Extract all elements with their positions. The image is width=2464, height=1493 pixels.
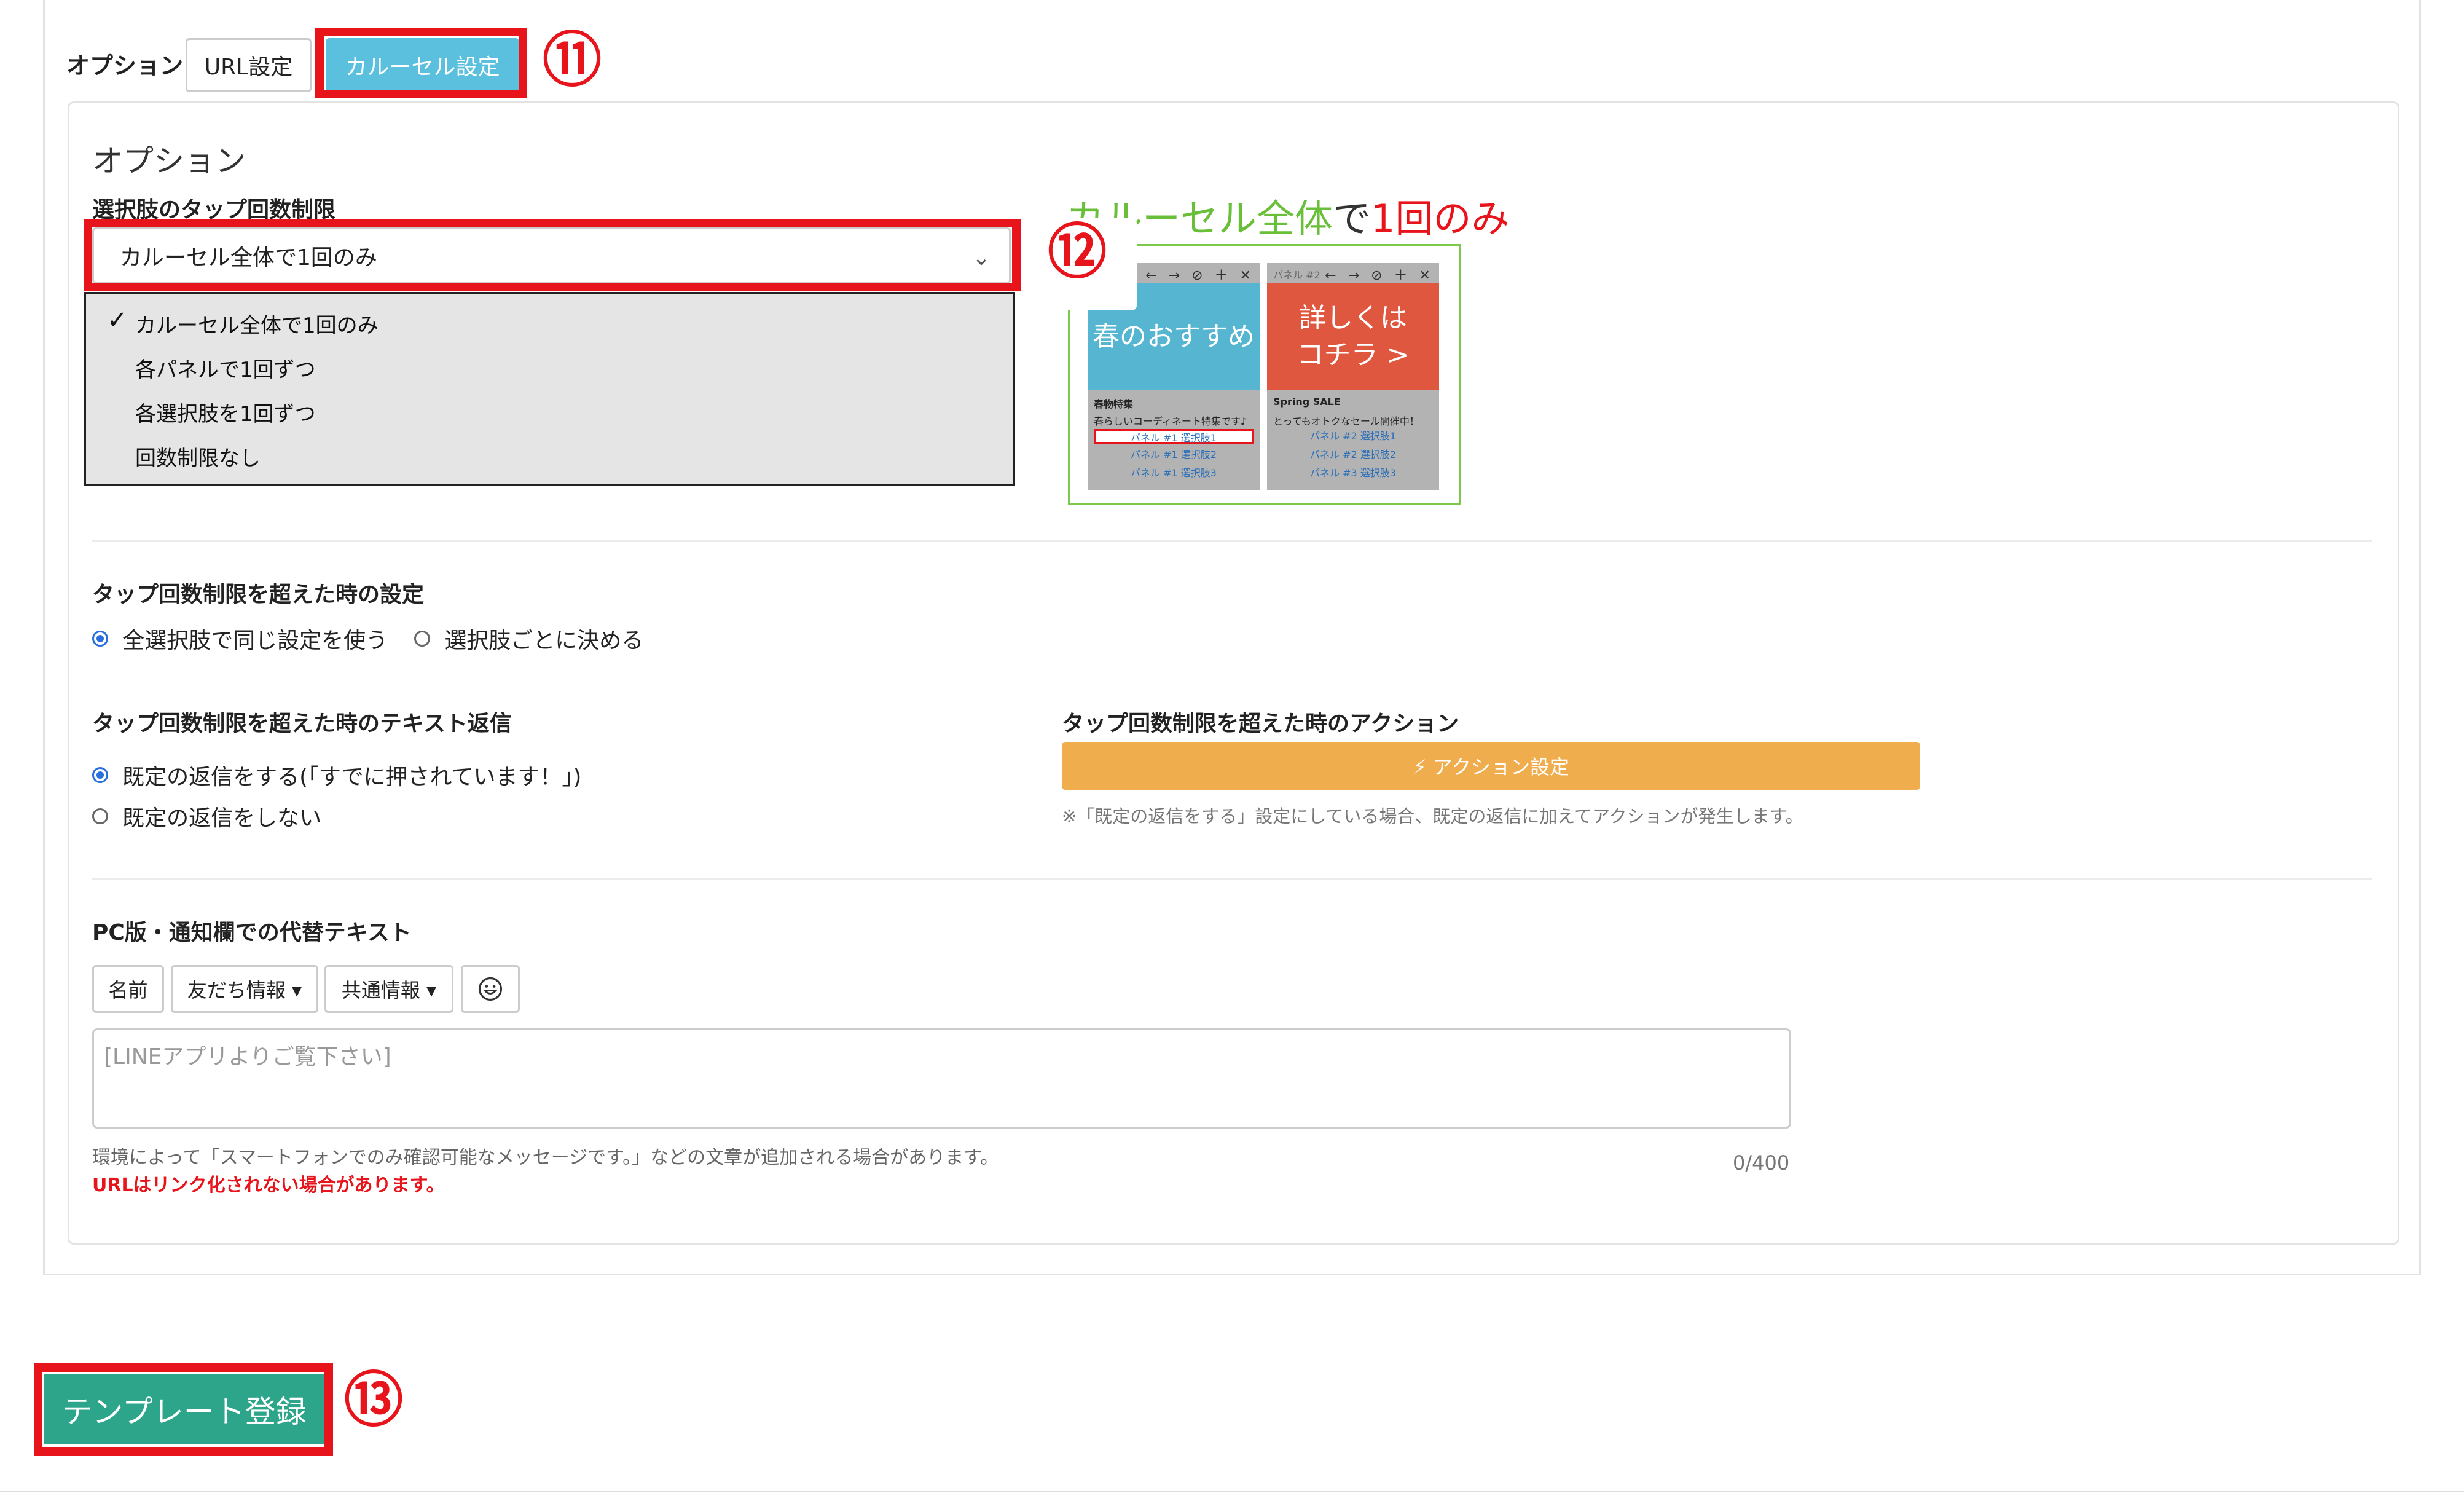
- common-info-dropdown[interactable]: 共通情報 ▾: [324, 965, 453, 1013]
- options-tabs-label: オプション: [66, 52, 184, 79]
- emoji-button[interactable]: [461, 965, 520, 1013]
- over-limit-text-radio-none: 既定の返信をしない: [92, 800, 321, 832]
- highlight-box-tab: [315, 28, 527, 98]
- over-limit-setting-label: タップ回数制限を超えた時の設定: [92, 582, 425, 607]
- dropdown-option[interactable]: 回数制限なし: [135, 441, 261, 471]
- callout-11: ⑪: [543, 25, 602, 95]
- over-limit-text-radio-default: 既定の返信をする(「すでに押されています！」): [92, 759, 581, 791]
- dropdown-option[interactable]: 各パネルで1回ずつ: [135, 353, 316, 383]
- alt-text-help: 環境によって「スマートフォンでのみ確認可能なメッセージです。」などの文章が追加さ…: [92, 1147, 999, 1168]
- smile-icon: [478, 977, 503, 1001]
- radio-same-setting[interactable]: [92, 631, 108, 647]
- over-limit-setting-radio-group: 全選択肢で同じ設定を使う 選択肢ごとに決める: [92, 623, 643, 655]
- radio-default-reply-label: 既定の返信をする(「すでに押されています！」): [122, 765, 582, 790]
- preview-panel-image: 詳しくは コチラ >: [1267, 283, 1439, 390]
- radio-same-setting-label: 全選択肢で同じ設定を使う: [122, 628, 388, 653]
- dropdown-option[interactable]: 各選択肢を1回ずつ: [135, 397, 316, 427]
- radio-no-reply-label: 既定の返信をしない: [122, 806, 322, 831]
- action-note: ※「既定の返信をする」設定にしている場合、既定の返信に加えてアクションが発生しま…: [1062, 806, 1803, 827]
- radio-no-reply[interactable]: [92, 808, 108, 824]
- insert-name-button[interactable]: 名前: [92, 965, 164, 1013]
- friend-info-dropdown[interactable]: 友だち情報 ▾: [171, 965, 318, 1013]
- tab-url-settings[interactable]: URL設定: [186, 38, 312, 92]
- action-settings-button[interactable]: ⚡ アクション設定: [1062, 742, 1920, 790]
- checkmark-icon: ✓: [107, 306, 128, 334]
- alt-text-input[interactable]: [LINEアプリよりご覧下さい]: [92, 1028, 1791, 1129]
- alt-text-warning: URLはリンク化されない場合があります。: [92, 1175, 445, 1196]
- callout-13: ⑬: [344, 1365, 403, 1435]
- radio-per-choice-label: 選択肢ごとに決める: [444, 628, 644, 653]
- over-limit-text-label: タップ回数制限を超えた時のテキスト返信: [92, 711, 512, 736]
- highlight-box-submit: [34, 1363, 333, 1456]
- preview-panel-2: パネル #2 ← → ⊘ ＋ ✕ 詳しくは コチラ > Spring SALE …: [1267, 263, 1439, 490]
- bottom-divider: [0, 1491, 2464, 1492]
- radio-per-choice[interactable]: [414, 631, 431, 647]
- options-section-title: オプション: [92, 143, 246, 179]
- callout-12: ⑫: [1048, 217, 1107, 286]
- section-divider: [92, 540, 2372, 542]
- section-divider: [92, 878, 2372, 880]
- alt-text-counter: 0/400: [1733, 1151, 1790, 1175]
- alt-text-label: PC版・通知欄での代替テキスト: [92, 920, 412, 945]
- highlight-box-select: [84, 219, 1021, 291]
- tap-limit-dropdown: ✓ カルーセル全体で1回のみ 各パネルで1回ずつ 各選択肢を1回ずつ 回数制限な…: [84, 292, 1015, 486]
- radio-default-reply[interactable]: [92, 767, 108, 783]
- over-limit-action-label: タップ回数制限を超えた時のアクション: [1062, 711, 1459, 736]
- dropdown-option[interactable]: カルーセル全体で1回のみ: [135, 309, 379, 339]
